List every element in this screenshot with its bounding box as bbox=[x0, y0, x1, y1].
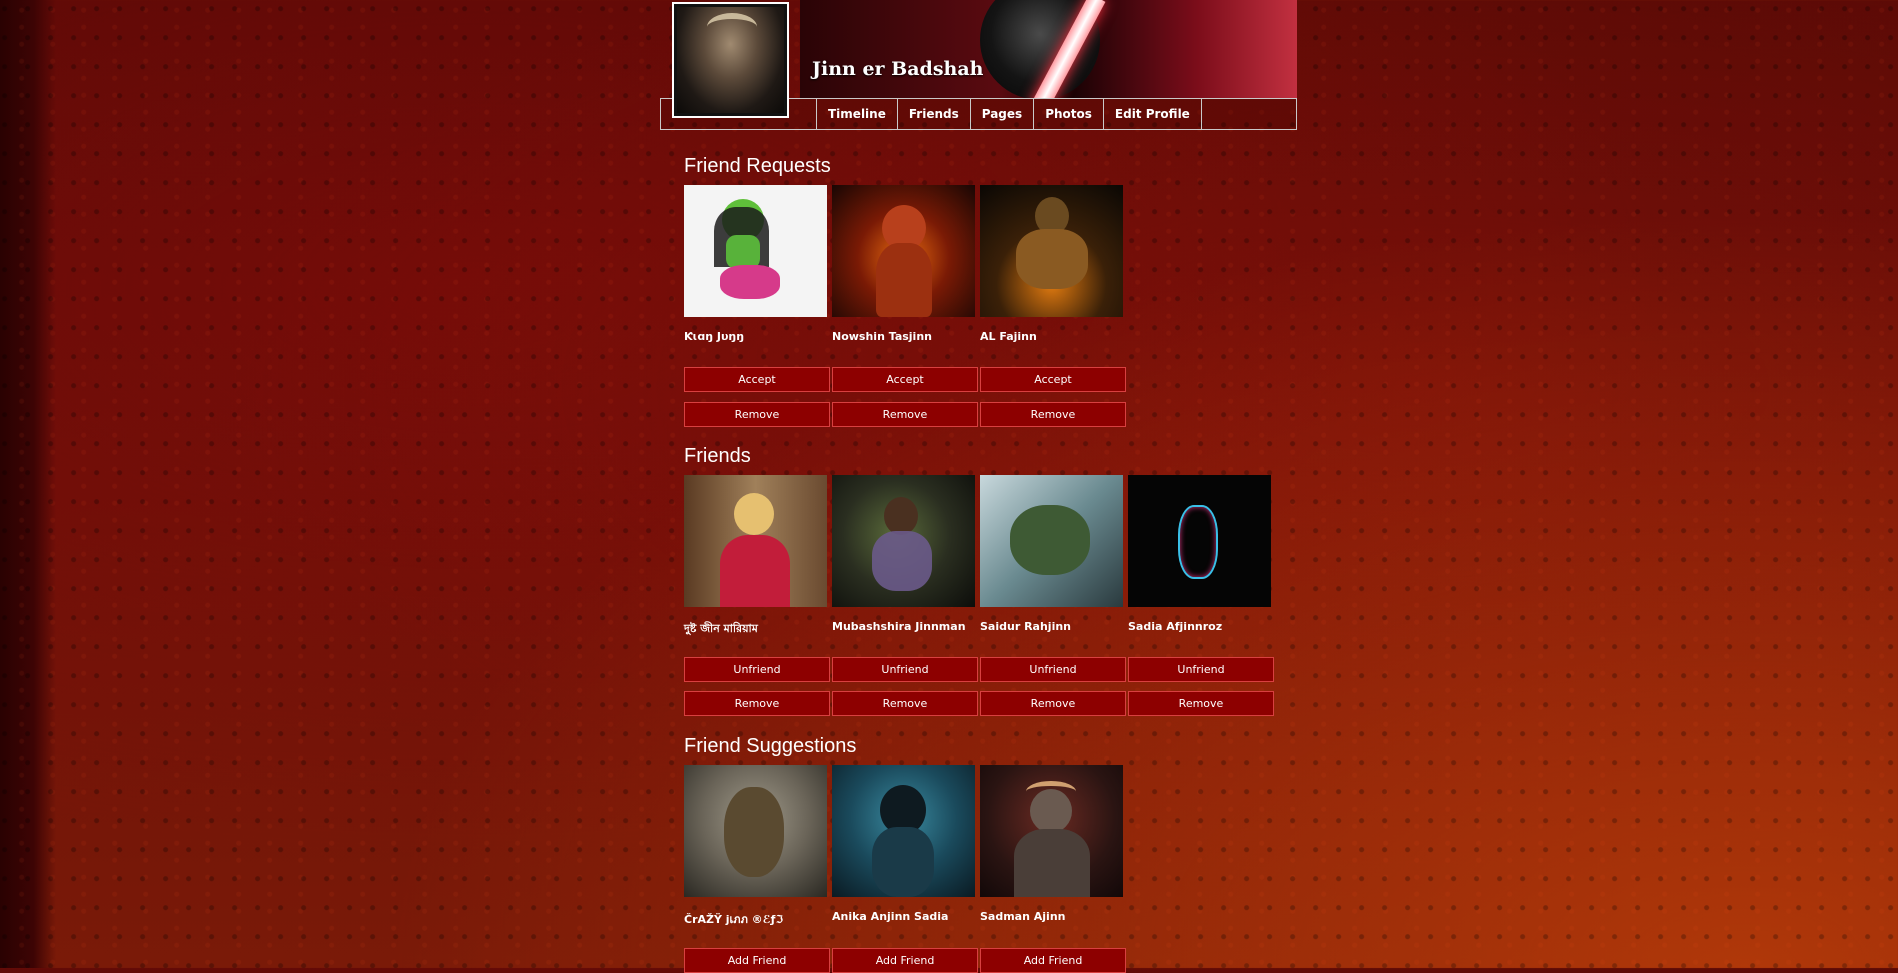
friend-name[interactable]: Sadia Afjinnroz bbox=[1128, 620, 1274, 634]
friend-request-card: Nowshin Tasjinn Accept Remove bbox=[832, 185, 978, 427]
unfriend-button[interactable]: Unfriend bbox=[980, 657, 1126, 682]
friend-request-card: Ƙɩɑŋ Jυŋŋ Accept Remove bbox=[684, 185, 830, 427]
friend-request-card: AL Fajinn Accept Remove bbox=[980, 185, 1126, 427]
add-friend-button[interactable]: Add Friend bbox=[832, 948, 978, 973]
friend-name[interactable]: Saidur Rahjinn bbox=[980, 620, 1126, 634]
add-friend-button[interactable]: Add Friend bbox=[980, 948, 1126, 973]
accept-button[interactable]: Accept bbox=[980, 367, 1126, 392]
remove-button[interactable]: Remove bbox=[980, 402, 1126, 427]
friend-photo[interactable] bbox=[1128, 475, 1271, 607]
friend-request-photo[interactable] bbox=[684, 185, 827, 317]
suggestion-photo[interactable] bbox=[980, 765, 1123, 897]
remove-button[interactable]: Remove bbox=[832, 402, 978, 427]
nav-timeline[interactable]: Timeline bbox=[816, 99, 897, 129]
friend-request-name[interactable]: AL Fajinn bbox=[980, 330, 1126, 344]
avatar-image bbox=[677, 7, 784, 113]
cover-photo bbox=[800, 0, 1297, 98]
unfriend-button[interactable]: Unfriend bbox=[832, 657, 978, 682]
friend-suggestions-title: Friend Suggestions bbox=[684, 735, 857, 757]
nav-pages[interactable]: Pages bbox=[969, 99, 1033, 129]
profile-avatar[interactable] bbox=[672, 2, 789, 118]
friends-title: Friends bbox=[684, 445, 751, 467]
friend-photo[interactable] bbox=[832, 475, 975, 607]
profile-name: Jinn er Badshah bbox=[812, 58, 984, 80]
remove-button[interactable]: Remove bbox=[684, 402, 830, 427]
friend-request-photo[interactable] bbox=[832, 185, 975, 317]
accept-button[interactable]: Accept bbox=[684, 367, 830, 392]
friend-request-name[interactable]: Ƙɩɑŋ Jυŋŋ bbox=[684, 330, 830, 344]
accept-button[interactable]: Accept bbox=[832, 367, 978, 392]
unfriend-button[interactable]: Unfriend bbox=[1128, 657, 1274, 682]
remove-button[interactable]: Remove bbox=[1128, 691, 1274, 716]
suggestion-name[interactable]: Sadman Ajinn bbox=[980, 910, 1126, 924]
friend-request-name[interactable]: Nowshin Tasjinn bbox=[832, 330, 978, 344]
friend-card: Sadia Afjinnroz Unfriend Remove bbox=[1128, 475, 1274, 716]
friend-card: Mubashshira Jinnman Unfriend Remove bbox=[832, 475, 978, 716]
friend-name[interactable]: দুষ্ট জীন মারিয়াম bbox=[684, 620, 830, 635]
friend-card: দুষ্ট জীন মারিয়াম Unfriend Remove bbox=[684, 475, 830, 716]
suggestion-photo[interactable] bbox=[832, 765, 975, 897]
suggestion-name[interactable]: ČrAŽŸ jเภภ ®ℰƒℑ bbox=[684, 910, 830, 926]
nav-photos[interactable]: Photos bbox=[1033, 99, 1103, 129]
remove-button[interactable]: Remove bbox=[684, 691, 830, 716]
unfriend-button[interactable]: Unfriend bbox=[684, 657, 830, 682]
friend-request-photo[interactable] bbox=[980, 185, 1123, 317]
nav-friends[interactable]: Friends bbox=[896, 99, 970, 129]
nav-edit-profile[interactable]: Edit Profile bbox=[1102, 99, 1202, 129]
remove-button[interactable]: Remove bbox=[980, 691, 1126, 716]
remove-button[interactable]: Remove bbox=[832, 691, 978, 716]
add-friend-button[interactable]: Add Friend bbox=[684, 948, 830, 973]
friend-photo[interactable] bbox=[684, 475, 827, 607]
friend-photo[interactable] bbox=[980, 475, 1123, 607]
friend-name[interactable]: Mubashshira Jinnman bbox=[832, 620, 978, 634]
page-left-edge bbox=[0, 0, 56, 968]
friend-requests-title: Friend Requests bbox=[684, 155, 831, 177]
suggestion-card: Sadman Ajinn Add Friend bbox=[980, 765, 1126, 973]
friend-card: Saidur Rahjinn Unfriend Remove bbox=[980, 475, 1126, 716]
suggestion-card: Anika Anjinn Sadia Add Friend bbox=[832, 765, 978, 973]
suggestion-card: ČrAŽŸ jเภภ ®ℰƒℑ Add Friend bbox=[684, 765, 830, 973]
suggestion-photo[interactable] bbox=[684, 765, 827, 897]
suggestion-name[interactable]: Anika Anjinn Sadia bbox=[832, 910, 978, 924]
